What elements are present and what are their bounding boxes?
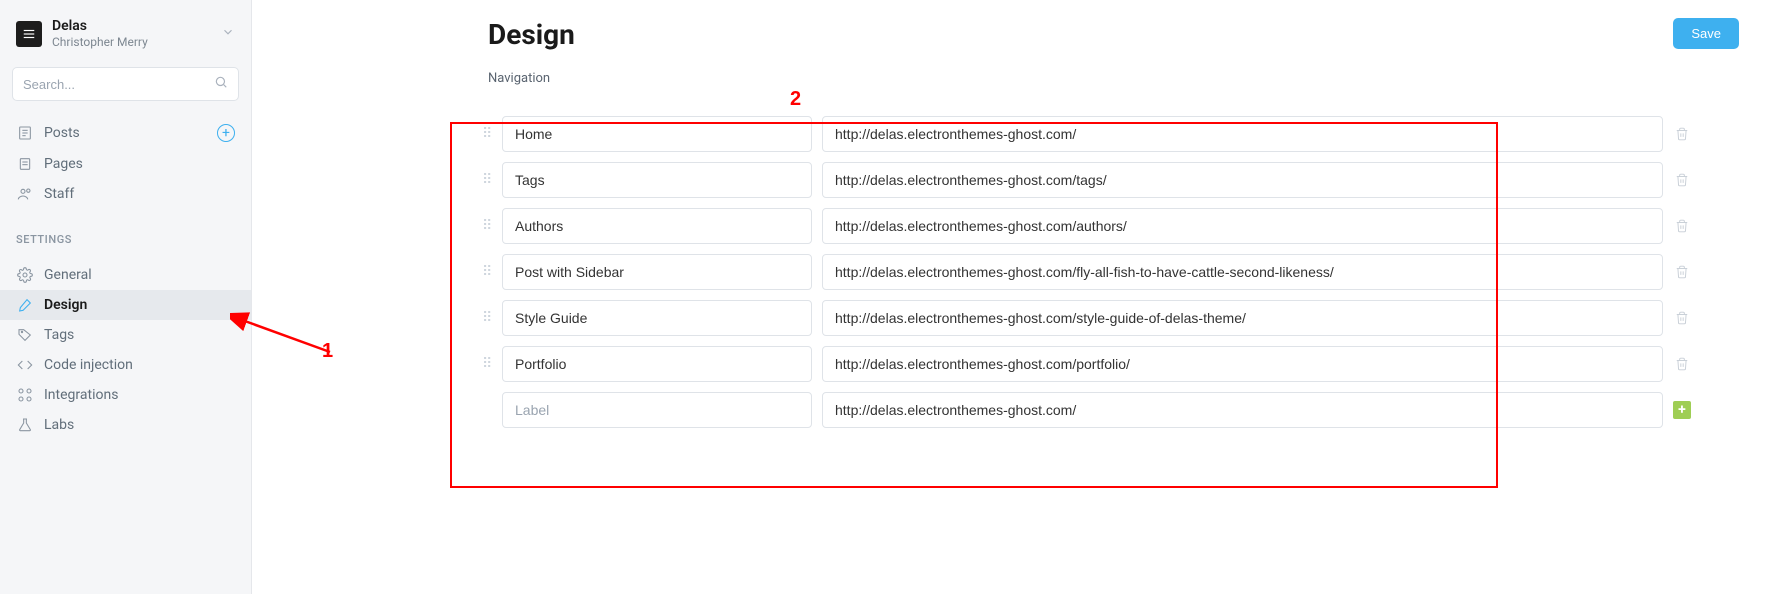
nav-url-input[interactable] bbox=[822, 208, 1663, 244]
sidebar-item-integrations[interactable]: Integrations bbox=[0, 380, 251, 410]
site-title: Delas bbox=[52, 18, 221, 35]
sidebar-item-general[interactable]: General bbox=[0, 260, 251, 290]
nav-row: ⠿ bbox=[482, 346, 1691, 382]
site-user: Christopher Merry bbox=[52, 35, 221, 49]
search-box[interactable] bbox=[12, 67, 239, 101]
posts-icon bbox=[16, 125, 34, 141]
search-input[interactable] bbox=[23, 77, 208, 92]
pages-icon bbox=[16, 156, 34, 172]
nav-label-input[interactable] bbox=[502, 116, 812, 152]
sidebar-item-label: Code injection bbox=[44, 357, 133, 373]
sidebar-item-posts[interactable]: Posts + bbox=[0, 117, 251, 149]
nav-row: ⠿ bbox=[482, 208, 1691, 244]
nav-url-input-new[interactable] bbox=[822, 392, 1663, 428]
flask-icon bbox=[16, 417, 34, 433]
delete-row-button[interactable] bbox=[1673, 127, 1691, 141]
nav-label-input-new[interactable] bbox=[502, 392, 812, 428]
drag-handle-icon[interactable]: ⠿ bbox=[482, 361, 492, 368]
site-logo bbox=[16, 21, 42, 47]
drag-handle-icon[interactable]: ⠿ bbox=[482, 177, 492, 184]
sidebar-item-label: Posts bbox=[44, 125, 80, 141]
delete-row-button[interactable] bbox=[1673, 265, 1691, 279]
delete-row-button[interactable] bbox=[1673, 357, 1691, 371]
delete-row-button[interactable] bbox=[1673, 219, 1691, 233]
nav-url-input[interactable] bbox=[822, 300, 1663, 336]
drag-handle-icon[interactable]: ⠿ bbox=[482, 315, 492, 322]
sidebar-item-label: Pages bbox=[44, 156, 83, 172]
nav-url-input[interactable] bbox=[822, 254, 1663, 290]
drag-handle-icon[interactable]: ⠿ bbox=[482, 269, 492, 276]
code-icon bbox=[16, 357, 34, 373]
nav-url-input[interactable] bbox=[822, 346, 1663, 382]
sidebar-item-label: Integrations bbox=[44, 387, 118, 403]
site-switcher[interactable]: Delas Christopher Merry bbox=[0, 14, 251, 61]
main-content: Design Save Navigation ⠿ ⠿ ⠿ bbox=[252, 0, 1775, 478]
sidebar-item-label: Staff bbox=[44, 186, 74, 202]
nav-url-input[interactable] bbox=[822, 116, 1663, 152]
nav-row: ⠿ bbox=[482, 116, 1691, 152]
drag-handle-icon[interactable]: ⠿ bbox=[482, 131, 492, 138]
nav-row-new: + bbox=[482, 392, 1691, 428]
nav-label-input[interactable] bbox=[502, 346, 812, 382]
staff-icon bbox=[16, 186, 34, 202]
sidebar-item-code-injection[interactable]: Code injection bbox=[0, 350, 251, 380]
sidebar-item-staff[interactable]: Staff bbox=[0, 179, 251, 209]
sidebar-item-labs[interactable]: Labs bbox=[0, 410, 251, 440]
nav-row: ⠿ bbox=[482, 254, 1691, 290]
gear-icon bbox=[16, 267, 34, 283]
nav-label-input[interactable] bbox=[502, 300, 812, 336]
sidebar-item-design[interactable]: Design bbox=[0, 290, 251, 320]
add-post-button[interactable]: + bbox=[217, 124, 235, 142]
chevron-down-icon bbox=[221, 25, 235, 43]
tag-icon bbox=[16, 327, 34, 343]
brush-icon bbox=[16, 297, 34, 313]
delete-row-button[interactable] bbox=[1673, 311, 1691, 325]
settings-heading: SETTINGS bbox=[0, 209, 251, 254]
nav-label-input[interactable] bbox=[502, 162, 812, 198]
sidebar-item-pages[interactable]: Pages bbox=[0, 149, 251, 179]
save-button[interactable]: Save bbox=[1673, 18, 1739, 49]
drag-handle-icon[interactable]: ⠿ bbox=[482, 223, 492, 230]
integrations-icon bbox=[16, 387, 34, 403]
sidebar: Delas Christopher Merry Posts + Pages bbox=[0, 0, 252, 594]
search-icon bbox=[214, 75, 228, 93]
nav-row: ⠿ bbox=[482, 162, 1691, 198]
navigation-heading: Navigation bbox=[288, 71, 1739, 86]
sidebar-item-label: Labs bbox=[44, 417, 74, 433]
navigation-editor: ⠿ ⠿ ⠿ ⠿ bbox=[468, 102, 1711, 478]
sidebar-item-tags[interactable]: Tags bbox=[0, 320, 251, 350]
sidebar-item-label: General bbox=[44, 267, 92, 283]
nav-label-input[interactable] bbox=[502, 208, 812, 244]
add-row-button[interactable]: + bbox=[1673, 401, 1691, 419]
delete-row-button[interactable] bbox=[1673, 173, 1691, 187]
nav-row: ⠿ bbox=[482, 300, 1691, 336]
nav-url-input[interactable] bbox=[822, 162, 1663, 198]
sidebar-item-label: Design bbox=[44, 297, 87, 313]
nav-label-input[interactable] bbox=[502, 254, 812, 290]
page-title: Design bbox=[488, 18, 575, 51]
sidebar-item-label: Tags bbox=[44, 327, 74, 343]
